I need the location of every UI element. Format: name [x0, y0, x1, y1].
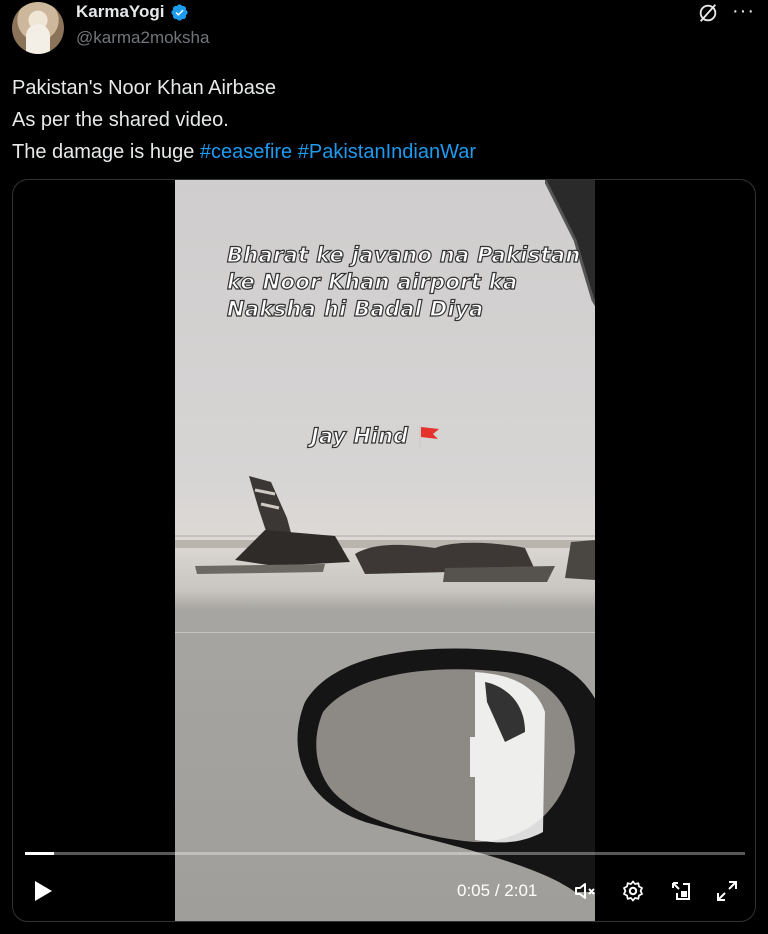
- author-name-row: KarmaYogi: [76, 2, 189, 22]
- post-text: Pakistan's Noor Khan Airbase As per the …: [12, 72, 752, 168]
- post-header: KarmaYogi @karma2moksha ···: [0, 0, 768, 60]
- post-text-line-3: The damage is huge #ceasefire #PakistanI…: [12, 136, 752, 168]
- muted-speaker-icon[interactable]: [573, 879, 597, 903]
- aircraft-wreckage: [175, 476, 595, 582]
- time-separator: /: [490, 881, 505, 900]
- avatar[interactable]: [12, 2, 64, 54]
- progress-bar[interactable]: [25, 852, 745, 855]
- runway-marking: [175, 632, 595, 633]
- time-display: 0:05 / 2:01: [457, 881, 537, 901]
- more-options-icon[interactable]: ···: [732, 0, 755, 23]
- author-display-name[interactable]: KarmaYogi: [76, 2, 165, 22]
- duration: 2:01: [504, 881, 538, 900]
- video-overlay-caption: Bharat ke javano na Pakistan ke Noor Kha…: [226, 242, 581, 321]
- video-frame[interactable]: Bharat ke javano na Pakistan ke Noor Kha…: [175, 180, 595, 921]
- video-player[interactable]: Bharat ke javano na Pakistan ke Noor Kha…: [12, 179, 756, 922]
- verified-badge-icon: [170, 3, 188, 21]
- video-overlay-tag: Jay Hind: [310, 423, 442, 449]
- play-icon[interactable]: [33, 880, 53, 902]
- post-text-line: Pakistan's Noor Khan Airbase: [12, 77, 276, 99]
- hashtag-link[interactable]: #ceasefire: [200, 141, 292, 163]
- post-text-line: The damage is huge: [12, 141, 195, 163]
- video-overlay-tag-text: Jay Hind: [310, 423, 409, 448]
- player-controls: 0:05 / 2:01: [13, 870, 755, 914]
- grok-icon[interactable]: [697, 2, 719, 24]
- fullscreen-icon[interactable]: [715, 879, 739, 903]
- hashtag-link[interactable]: #PakistanIndianWar: [298, 141, 476, 163]
- progress-bar-fill: [25, 852, 54, 855]
- current-time: 0:05: [457, 881, 491, 900]
- flag-icon: [419, 426, 440, 448]
- author-handle[interactable]: @karma2moksha: [76, 28, 209, 48]
- settings-gear-icon[interactable]: [621, 879, 645, 903]
- picture-in-picture-icon[interactable]: [669, 879, 693, 903]
- post-text-line: As per the shared video.: [12, 109, 229, 131]
